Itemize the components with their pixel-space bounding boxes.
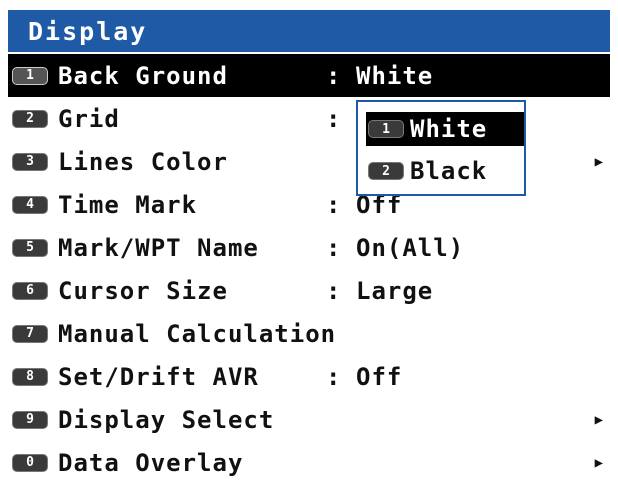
menu-item-colon: : xyxy=(326,104,342,133)
key-7-icon: 7 xyxy=(12,324,48,343)
key-2-icon: 2 xyxy=(368,162,404,180)
menu-item-label: Grid xyxy=(58,104,120,133)
menu-item-value: On(All) xyxy=(356,233,465,262)
menu-item-colon: : xyxy=(326,61,342,90)
menu-item-label: Cursor Size xyxy=(58,276,228,305)
key-1-icon: 1 xyxy=(368,120,404,138)
key-4-icon: 4 xyxy=(12,195,48,214)
key-5-icon: 5 xyxy=(12,238,48,257)
menu-item-value: White xyxy=(356,61,434,90)
display-menu-screen: Display 1 Back Ground : White 2 Grid : 3… xyxy=(8,10,610,488)
key-2-icon: 2 xyxy=(12,109,48,128)
menu-item-value: Large xyxy=(356,276,434,305)
menu-item-label: Data Overlay xyxy=(58,448,244,477)
popup-option-label: White xyxy=(410,115,488,143)
menu-item-label: Mark/WPT Name xyxy=(58,233,259,262)
popup-option-white[interactable]: 1 White xyxy=(366,112,524,146)
menu-item-back-ground[interactable]: 1 Back Ground : White xyxy=(8,54,610,97)
submenu-arrow-icon: ▶ xyxy=(594,411,604,428)
menu-item-value: Off xyxy=(356,362,403,391)
menu-title: Display xyxy=(8,10,610,52)
key-0-icon: 0 xyxy=(12,453,48,472)
key-8-icon: 8 xyxy=(12,367,48,386)
menu-item-set-drift-avr[interactable]: 8 Set/Drift AVR : Off xyxy=(8,355,610,398)
menu-item-label: Display Select xyxy=(58,405,275,434)
menu-item-colon: : xyxy=(326,276,342,305)
menu-item-label: Back Ground xyxy=(58,61,228,90)
menu-item-manual-calculation[interactable]: 7 Manual Calculation xyxy=(8,312,610,355)
menu-item-data-overlay[interactable]: 0 Data Overlay ▶ xyxy=(8,441,610,484)
menu-item-label: Manual Calculation xyxy=(58,319,337,348)
key-9-icon: 9 xyxy=(12,410,48,429)
key-6-icon: 6 xyxy=(12,281,48,300)
option-popup: 1 White 2 Black xyxy=(356,100,526,196)
menu-item-mark-wpt-name[interactable]: 5 Mark/WPT Name : On(All) xyxy=(8,226,610,269)
submenu-arrow-icon: ▶ xyxy=(594,454,604,471)
popup-option-black[interactable]: 2 Black xyxy=(366,154,518,188)
menu-item-cursor-size[interactable]: 6 Cursor Size : Large xyxy=(8,269,610,312)
menu-item-label: Set/Drift AVR xyxy=(58,362,259,391)
menu-item-label: Lines Color xyxy=(58,147,228,176)
popup-option-label: Black xyxy=(410,157,488,185)
submenu-arrow-icon: ▶ xyxy=(594,153,604,170)
menu-item-display-select[interactable]: 9 Display Select ▶ xyxy=(8,398,610,441)
menu-item-colon: : xyxy=(326,362,342,391)
menu-item-colon: : xyxy=(326,233,342,262)
key-3-icon: 3 xyxy=(12,152,48,171)
menu-item-colon: : xyxy=(326,190,342,219)
menu-item-label: Time Mark xyxy=(58,190,198,219)
key-1-icon: 1 xyxy=(12,66,48,85)
